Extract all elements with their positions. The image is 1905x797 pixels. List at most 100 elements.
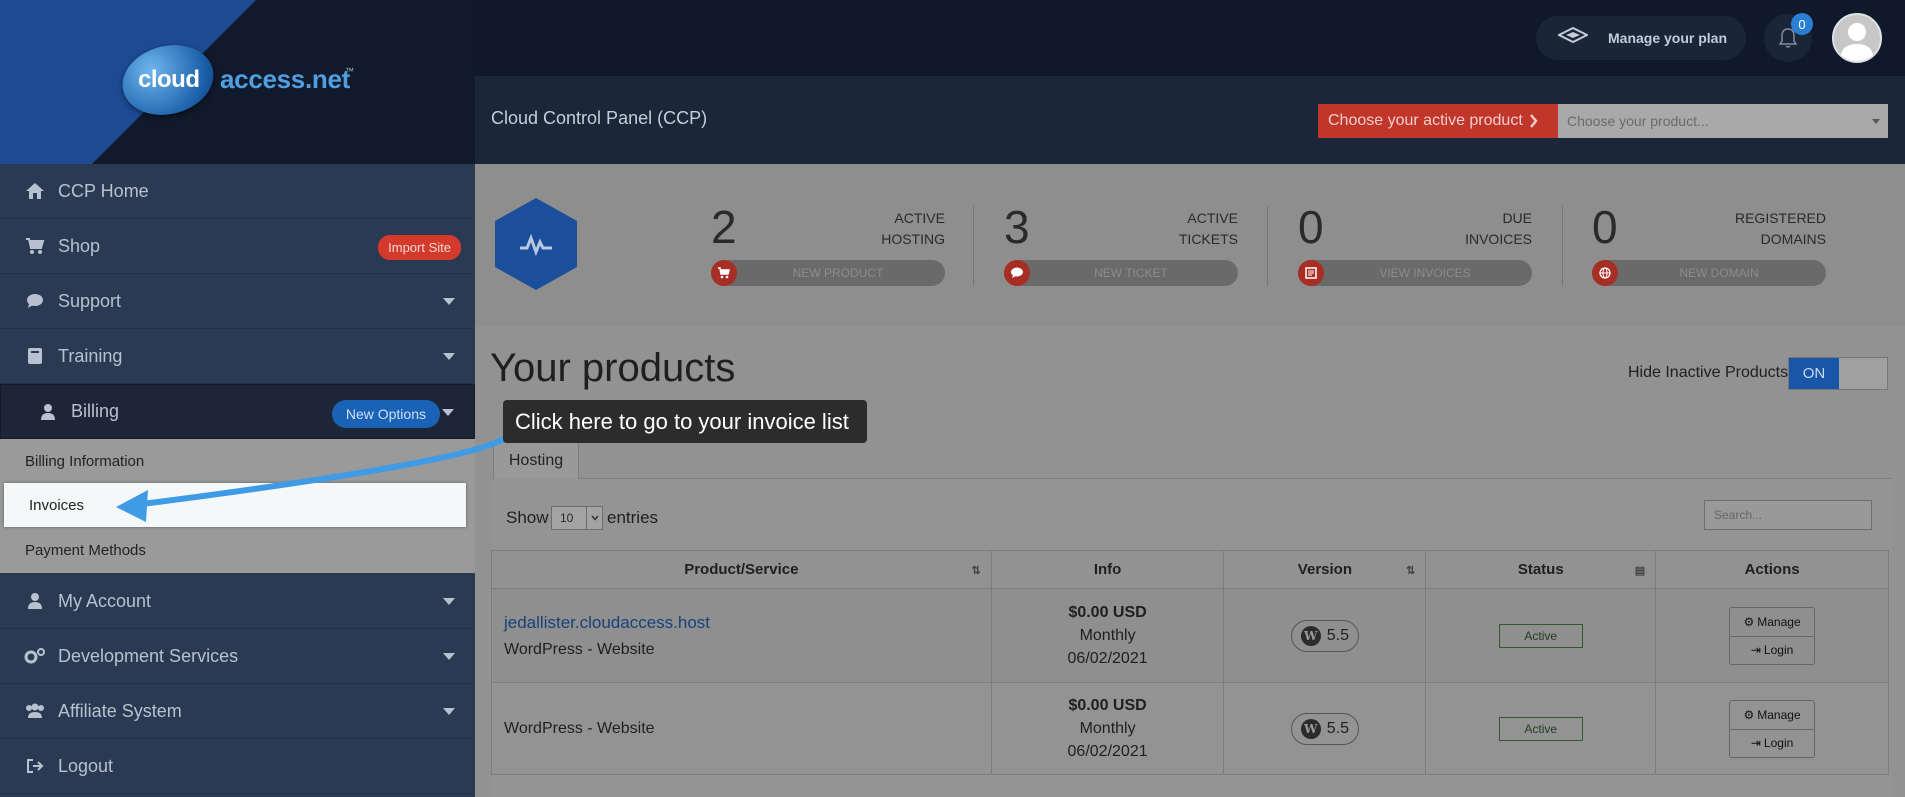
submenu-billing-information[interactable]: Billing Information <box>0 439 475 483</box>
new-options-badge[interactable]: New Options <box>331 400 440 428</box>
version-value: 5.5 <box>1326 719 1350 737</box>
products-table: Product/Service ⇅ Info Version ⇅ Status ▤ A… <box>491 550 1889 775</box>
login-button[interactable]: ⇥ Login <box>1730 728 1815 757</box>
tab-hosting[interactable]: Hosting <box>493 442 579 479</box>
sidebar-item-training[interactable]: Training <box>0 329 475 384</box>
product-cell: jedallister.cloudaccess.host WordPress -… <box>491 588 992 683</box>
hide-inactive-toggle[interactable]: ON <box>1788 357 1888 390</box>
sidebar-item-label: CCP Home <box>58 180 149 201</box>
entries-value: 10 <box>560 511 574 525</box>
logo-access-text: access.net <box>220 64 350 94</box>
action-group: ⚙ Manage ⇥ Login <box>1729 606 1816 665</box>
logout-icon <box>24 756 46 776</box>
show-label: Show <box>506 508 549 527</box>
product-cell: WordPress - Website <box>491 682 992 775</box>
sort-icon: ⇅ <box>1406 565 1416 577</box>
hide-inactive-label: Hide Inactive Products <box>1628 364 1789 381</box>
column-header-version[interactable]: Version ⇅ <box>1223 550 1427 589</box>
new-domain-label: NEW DOMAIN <box>1679 266 1759 280</box>
login-button[interactable]: ⇥ Login <box>1730 635 1815 664</box>
stat-label-line1: ACTIVE <box>1187 210 1238 226</box>
action-group: ⚙ Manage ⇥ Login <box>1729 699 1816 758</box>
chat-icon <box>1004 260 1030 286</box>
view-invoices-label: VIEW INVOICES <box>1379 266 1471 280</box>
manage-label: Manage <box>1757 707 1801 722</box>
billing-submenu: Billing Information Invoices Payment Met… <box>0 439 475 573</box>
submenu-payment-methods[interactable]: Payment Methods <box>0 528 475 572</box>
billing-cycle: Monthly <box>1079 627 1136 644</box>
cart-icon <box>711 260 737 286</box>
sidebar-item-affiliate-system[interactable]: Affiliate System <box>0 684 475 739</box>
logo-tm: ™ <box>345 66 354 76</box>
sidebar-item-billing[interactable]: Billing New Options <box>0 384 475 439</box>
stat-divider <box>1267 206 1268 286</box>
product-select-placeholder: Choose your product... <box>1567 113 1709 129</box>
search-input[interactable]: Search... <box>1704 500 1872 530</box>
product-price: $0.00 USD <box>1068 697 1147 714</box>
column-header-status[interactable]: Status ▤ <box>1425 550 1657 589</box>
manage-button[interactable]: ⚙ Manage <box>1730 608 1814 636</box>
stat-active-tickets: 3 ACTIVE TICKETS NEW TICKET <box>1004 200 1238 290</box>
product-type: WordPress - Website <box>504 640 655 658</box>
choose-active-product-button[interactable]: Choose your active product <box>1318 104 1558 138</box>
stat-count: 0 <box>1592 201 1618 253</box>
products-heading: Your products <box>490 346 736 390</box>
stat-active-hosting: 2 ACTIVE HOSTING NEW PRODUCT <box>711 200 945 290</box>
book-icon <box>24 346 46 366</box>
sidebar-item-development-services[interactable]: Development Services <box>0 629 475 684</box>
stat-label-line2: HOSTING <box>881 231 945 247</box>
sidebar-item-label: Logout <box>58 755 114 776</box>
status-badge: Active <box>1498 623 1583 648</box>
stat-registered-domains: 0 REGISTERED DOMAINS NEW DOMAIN <box>1592 200 1826 290</box>
stat-count: 3 <box>1004 201 1030 253</box>
product-domain-link[interactable]: jedallister.cloudaccess.host <box>504 613 991 633</box>
chevron-down-icon <box>443 598 455 605</box>
sidebar-item-logout[interactable]: Logout <box>0 739 475 794</box>
due-date: 06/02/2021 <box>1067 743 1148 760</box>
column-header-label: Product/Service <box>684 561 799 578</box>
chevron-down-icon <box>443 298 455 305</box>
logo[interactable]: cloud access.net ™ <box>0 0 475 164</box>
sidebar-item-my-account[interactable]: My Account <box>0 574 475 629</box>
sidebar-item-shop[interactable]: Shop Import Site <box>0 219 475 274</box>
stat-label: ACTIVE TICKETS <box>1179 208 1238 250</box>
column-header-actions: Actions <box>1655 550 1889 589</box>
manage-button[interactable]: ⚙ Manage <box>1730 701 1814 729</box>
version-cell: W 5.5 <box>1223 588 1427 683</box>
sidebar-item-label: Affiliate System <box>58 700 182 721</box>
sidebar-menu: CCP Home Shop Import Site Support Traini… <box>0 164 475 439</box>
column-header-product[interactable]: Product/Service ⇅ <box>491 550 992 589</box>
table-header-row: Product/Service ⇅ Info Version ⇅ Status ▤ A… <box>491 550 1889 589</box>
cogs-icon: ⚙ <box>1743 707 1755 722</box>
sidebar-item-ccp-home[interactable]: CCP Home <box>0 164 475 219</box>
new-product-button[interactable]: NEW PRODUCT <box>711 260 945 286</box>
stat-label: ACTIVE HOSTING <box>881 208 945 250</box>
product-select[interactable]: Choose your product... <box>1558 104 1888 138</box>
page: cloud access.net ™ CCP Home Shop Import … <box>0 0 1905 797</box>
new-ticket-label: NEW TICKET <box>1094 266 1168 280</box>
entries-select[interactable]: 10 <box>551 506 603 530</box>
stat-label-line2: DOMAINS <box>1760 231 1826 247</box>
stat-label-line2: TICKETS <box>1178 231 1238 247</box>
sidebar-item-label: My Account <box>58 590 152 611</box>
toggle-on-state: ON <box>1789 358 1839 389</box>
new-domain-button[interactable]: NEW DOMAIN <box>1592 260 1826 286</box>
import-site-badge[interactable]: Import Site <box>378 235 461 260</box>
stat-count: 0 <box>1298 201 1324 253</box>
chevron-down-icon <box>443 708 455 715</box>
login-label: Login <box>1763 643 1794 657</box>
submenu-invoices[interactable]: Invoices <box>4 483 466 527</box>
tutorial-tooltip: Click here to go to your invoice list <box>503 400 867 443</box>
sidebar-item-label: Development Services <box>58 645 239 666</box>
cogs-icon <box>24 646 46 666</box>
logo-cloud-text: cloud <box>138 66 200 93</box>
globe-icon <box>1592 260 1618 286</box>
new-ticket-button[interactable]: NEW TICKET <box>1004 260 1238 286</box>
avatar[interactable] <box>1832 13 1882 63</box>
actions-cell: ⚙ Manage ⇥ Login <box>1655 682 1889 775</box>
chevron-down-icon <box>586 507 602 529</box>
view-invoices-button[interactable]: VIEW INVOICES <box>1298 260 1532 286</box>
sidebar-item-support[interactable]: Support <box>0 274 475 329</box>
manage-plan-button[interactable]: Manage your plan <box>1536 16 1746 60</box>
status-cell: Active <box>1425 588 1657 683</box>
